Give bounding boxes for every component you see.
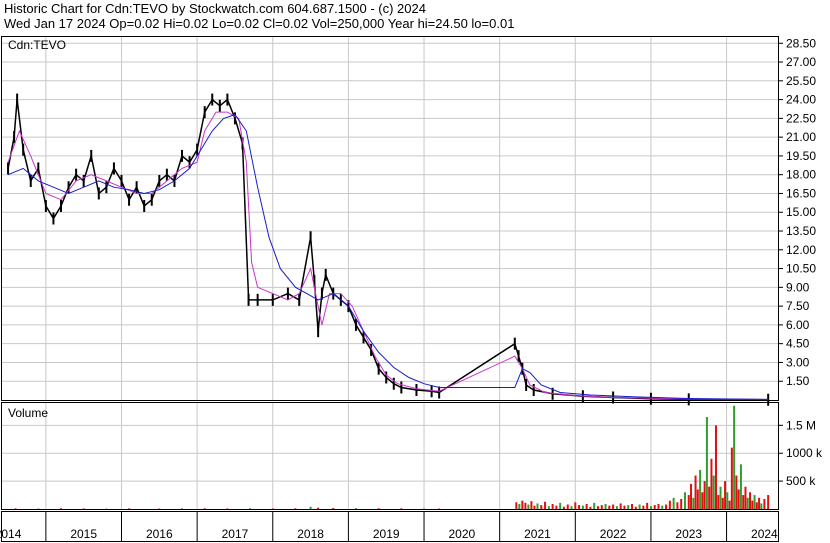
- volume-axis: 1.5 M 1000 k 500 k: [778, 418, 823, 488]
- x-tick-label: 2021: [524, 527, 551, 541]
- x-tick-label: 2017: [222, 527, 249, 541]
- y-tick-label: 1.50: [786, 374, 810, 388]
- x-tick-label: 2016: [146, 527, 173, 541]
- x-tick-label: 2014: [0, 527, 22, 541]
- volume-tick-label: 1.5 M: [786, 418, 816, 432]
- price-panel-label: Cdn:TEVO: [8, 38, 66, 52]
- y-tick-label: 12.00: [786, 243, 816, 257]
- x-tick-label: 2015: [70, 527, 97, 541]
- x-tick-label: 2020: [449, 527, 476, 541]
- x-tick-label: 2024: [751, 527, 778, 541]
- volume-tick-label: 1000 k: [786, 446, 823, 460]
- x-tick-label: 2022: [600, 527, 627, 541]
- y-tick-label: 13.50: [786, 224, 816, 238]
- y-tick-label: 16.50: [786, 186, 816, 200]
- x-tick-label: 2018: [297, 527, 324, 541]
- y-tick-label: 21.00: [786, 130, 816, 144]
- y-tick-label: 27.00: [786, 55, 816, 69]
- price-panel-frame: [1, 36, 779, 401]
- y-tick-label: 6.00: [786, 318, 810, 332]
- y-tick-label: 3.00: [786, 355, 810, 369]
- x-tick-label: 2023: [675, 527, 702, 541]
- y-tick-label: 25.50: [786, 74, 816, 88]
- y-tick-label: 4.50: [786, 337, 810, 351]
- y-tick-label: 10.50: [786, 262, 816, 276]
- y-tick-label: 7.50: [786, 299, 810, 313]
- x-tick-label: 2019: [373, 527, 400, 541]
- y-tick-label: 9.00: [786, 280, 810, 294]
- chart-title: Historic Chart for Cdn:TEVO by Stockwatc…: [4, 1, 426, 16]
- y-tick-label: 24.00: [786, 93, 816, 107]
- y-tick-label: 19.50: [786, 149, 816, 163]
- y-tick-label: 28.50: [786, 36, 816, 50]
- y-tick-label: 15.00: [786, 205, 816, 219]
- stock-chart: 28.50 27.00 25.50 24.00 22.50 21.00 19.50 18.00…: [0, 36, 823, 542]
- volume-panel-frame: [1, 402, 779, 510]
- price-axis: 28.50 27.00 25.50 24.00 22.50 21.00 19.50 18.00…: [778, 36, 816, 388]
- y-tick-label: 22.50: [786, 111, 816, 125]
- y-tick-label: 18.00: [786, 168, 816, 182]
- volume-tick-label: 500 k: [786, 474, 816, 488]
- volume-panel-label: Volume: [8, 406, 48, 420]
- quote-summary: Wed Jan 17 2024 Op=0.02 Hi=0.02 Lo=0.02 …: [4, 16, 515, 31]
